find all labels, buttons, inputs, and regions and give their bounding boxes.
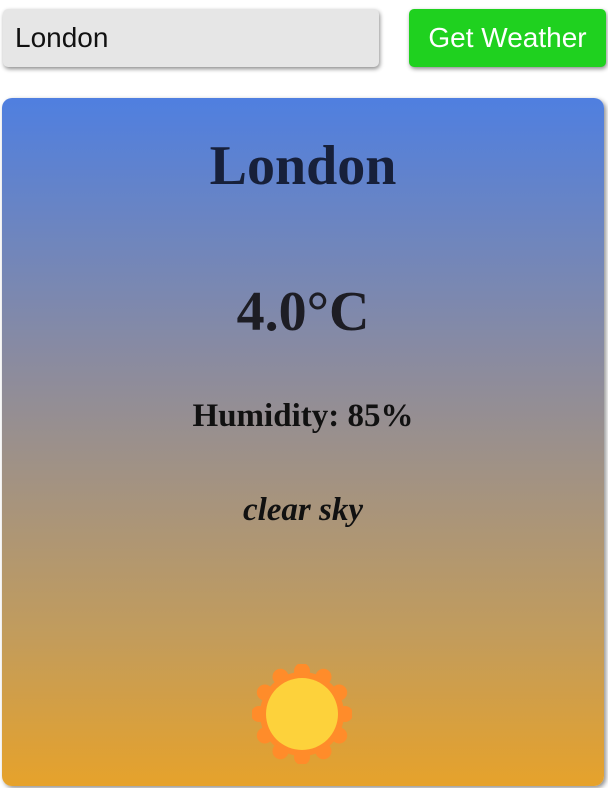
city-name: London	[209, 135, 397, 197]
get-weather-button[interactable]: Get Weather	[409, 9, 606, 67]
weather-description: clear sky	[242, 492, 364, 528]
temperature: 4.0°C	[236, 281, 370, 343]
humidity: Humidity: 85%	[192, 398, 414, 434]
city-input[interactable]	[3, 9, 379, 67]
weather-card: London 4.0°C Humidity: 85% clear sky	[2, 98, 604, 786]
sun-icon	[252, 664, 352, 764]
search-bar: Get Weather	[0, 0, 608, 80]
